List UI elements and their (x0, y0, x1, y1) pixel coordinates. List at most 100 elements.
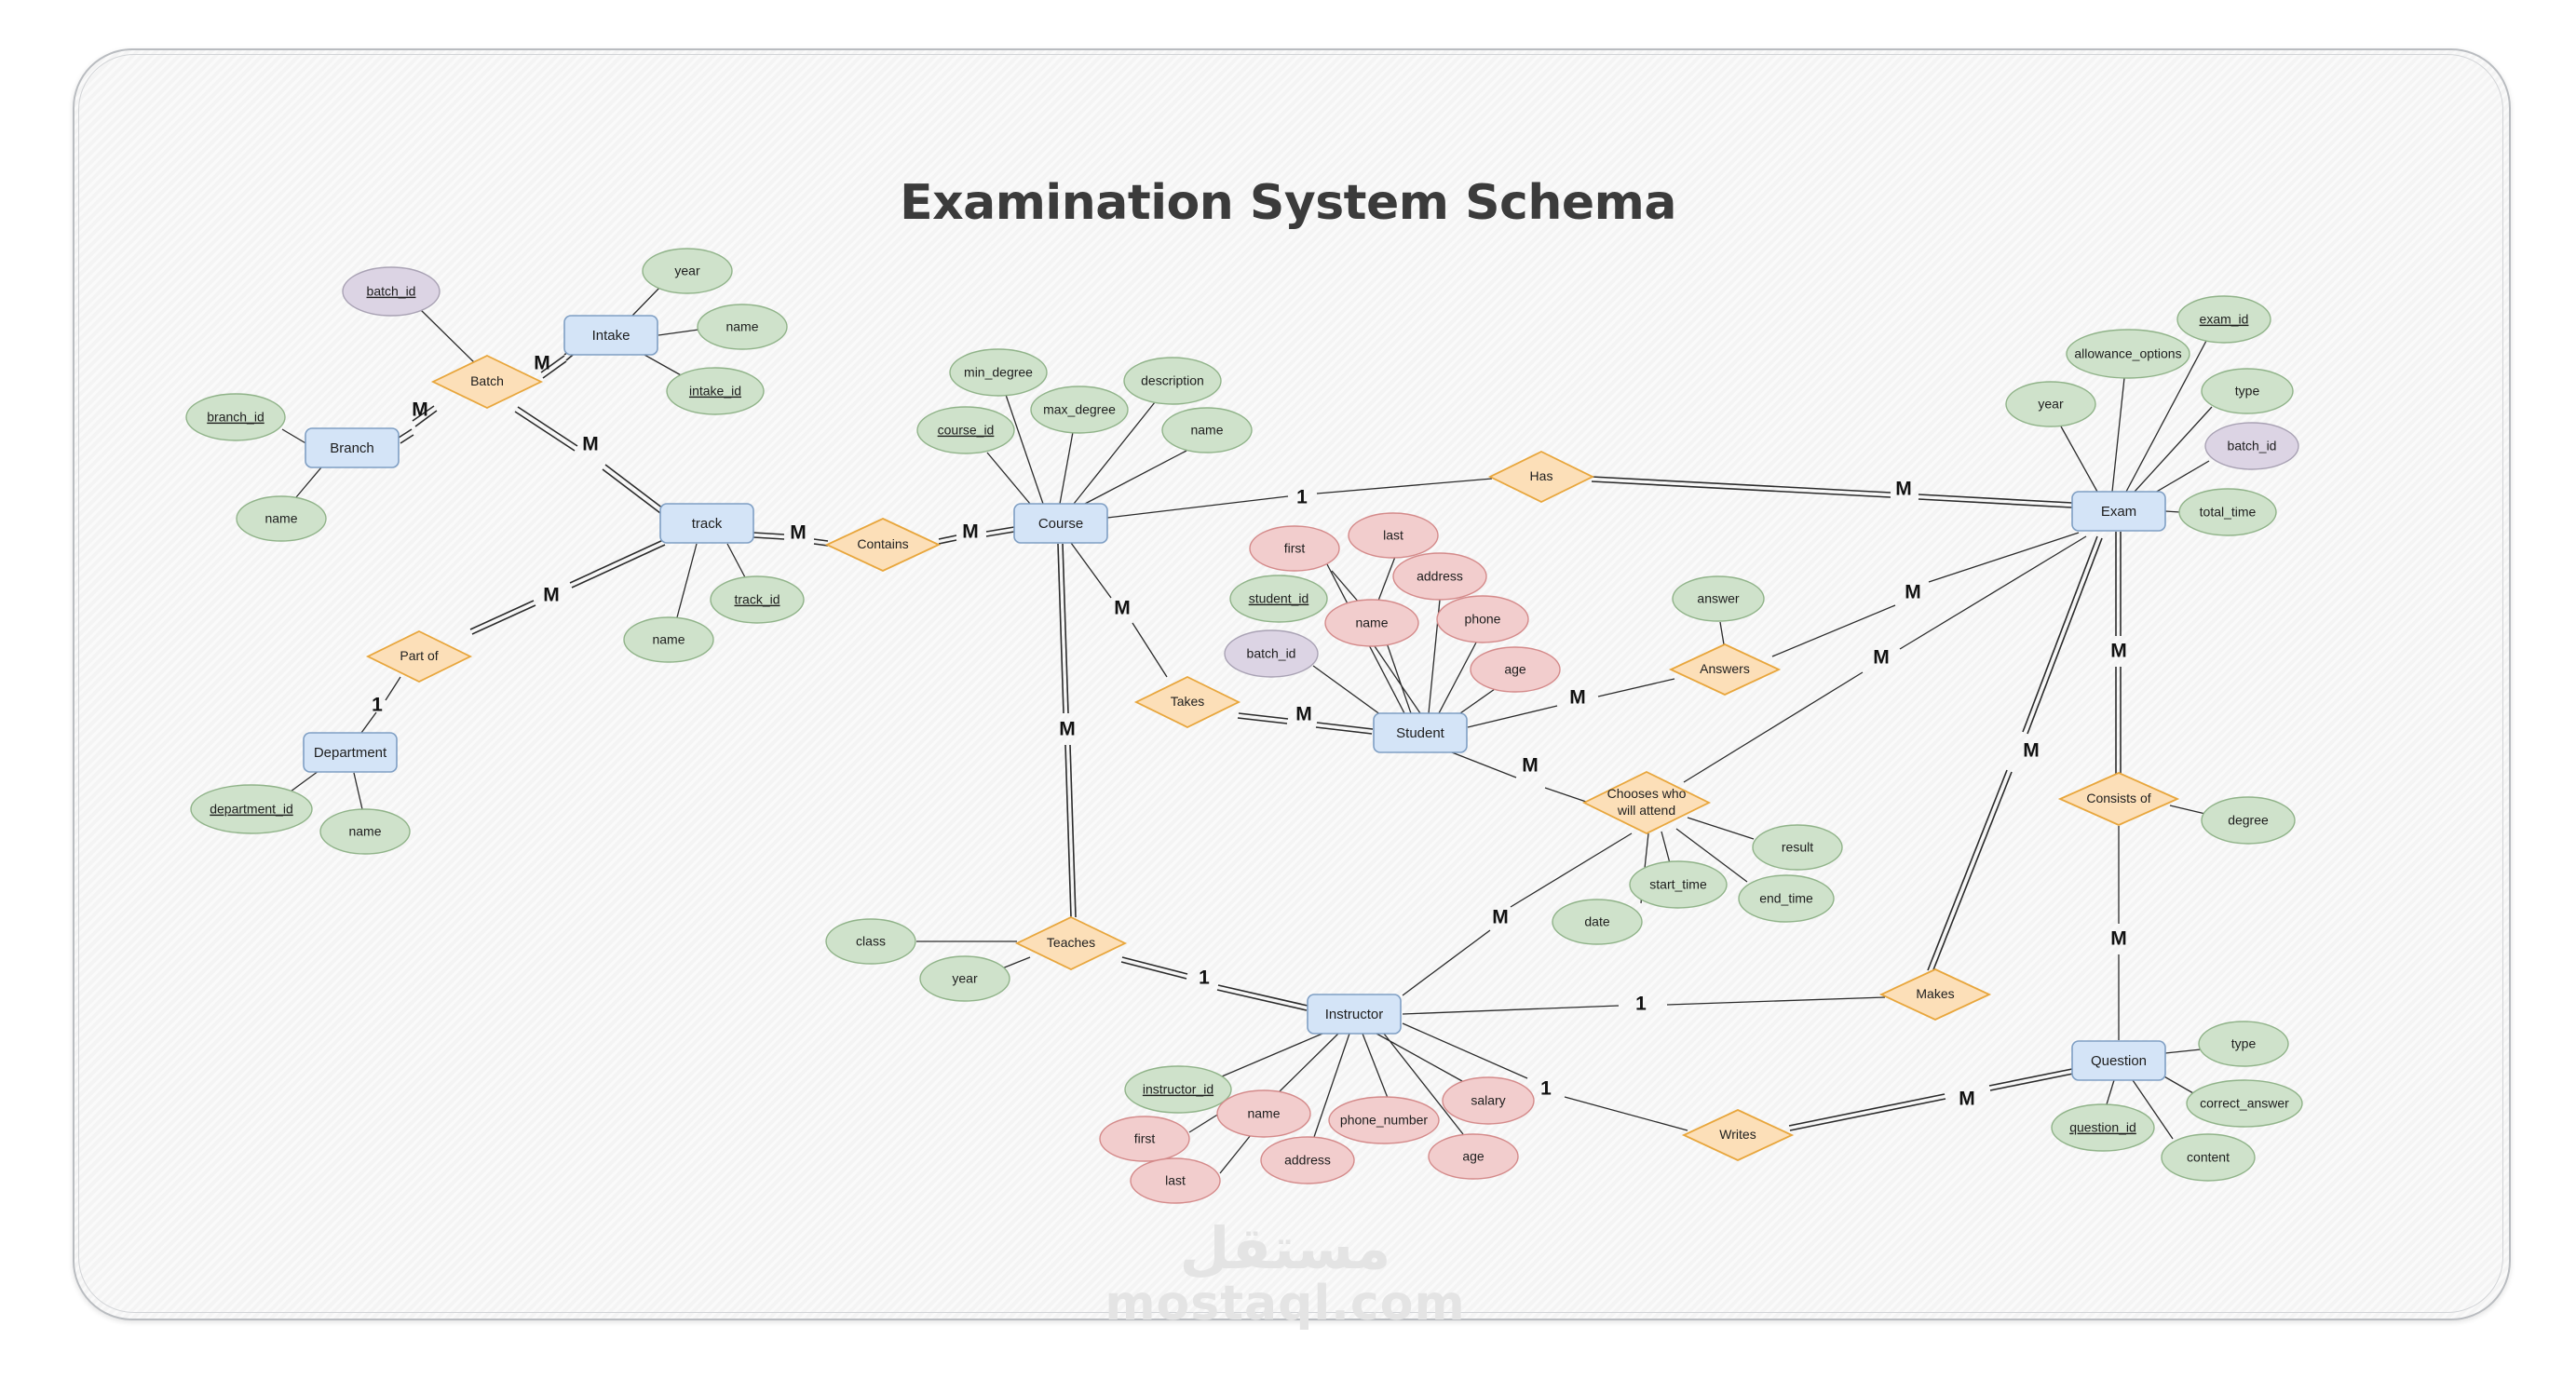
entity-course[interactable]: Course (1013, 503, 1108, 544)
attribute-a_correct_answer[interactable]: correct_answer (2186, 1079, 2303, 1128)
attribute-a_instructor_salary[interactable]: salary (1442, 1076, 1535, 1125)
relationship-label: Batch (470, 373, 504, 388)
attribute-a_department_name[interactable]: name (319, 808, 411, 855)
attribute-a_branch_name[interactable]: name (236, 495, 327, 542)
entity-intake[interactable]: Intake (563, 315, 658, 356)
attribute-a_question_id[interactable]: question_id (2051, 1103, 2155, 1152)
attribute-a_student_name[interactable]: name (1324, 599, 1419, 647)
attribute-a_allowance_options[interactable]: allowance_options (2066, 329, 2190, 379)
attribute-a_teaches_year[interactable]: year (919, 955, 1010, 1002)
entity-label: Question (2091, 1053, 2147, 1069)
cardinality-label-track-contains: M (790, 522, 807, 544)
attribute-a_track_id[interactable]: track_id (710, 575, 805, 624)
attribute-a_student_batch_id[interactable]: batch_id (1224, 629, 1319, 678)
attribute-a_instructor_age[interactable]: age (1428, 1133, 1519, 1180)
cardinality-label-instructor-makes: 1 (1635, 994, 1647, 1015)
attribute-a_degree[interactable]: degree (2201, 796, 2296, 845)
attribute-a_max_degree[interactable]: max_degree (1030, 386, 1129, 434)
entity-track[interactable]: track (659, 503, 754, 544)
entity-label: Exam (2101, 504, 2136, 520)
entity-exam[interactable]: Exam (2071, 491, 2166, 532)
relationship-batch[interactable]: Batch (430, 355, 544, 409)
relationship-label: Part of (400, 648, 438, 663)
attribute-label: batch_id (2228, 439, 2277, 453)
attribute-a_date[interactable]: date (1552, 899, 1643, 945)
attribute-a_student_age[interactable]: age (1470, 646, 1561, 693)
attribute-a_instructor_name[interactable]: name (1216, 1089, 1311, 1138)
attribute-label: department_id (210, 802, 293, 817)
relationship-writes[interactable]: Writes (1681, 1109, 1795, 1161)
attribute-a_intake_year[interactable]: year (642, 248, 733, 294)
relationship-answers[interactable]: Answers (1668, 643, 1782, 696)
attribute-label: instructor_id (1143, 1082, 1213, 1097)
entity-label: Department (314, 745, 387, 761)
attribute-a_min_degree[interactable]: min_degree (949, 348, 1048, 397)
attribute-a_track_name[interactable]: name (623, 616, 714, 663)
er-diagram-page: Examination System Schema batch_id year … (0, 0, 2576, 1380)
attribute-a_answer[interactable]: answer (1672, 575, 1765, 622)
cardinality-label-batch-track: M (582, 434, 599, 455)
attribute-a_exam_batch_id[interactable]: batch_id (2204, 422, 2299, 470)
entity-department[interactable]: Department (303, 732, 398, 773)
relationship-consists_of[interactable]: Consists of (2057, 772, 2180, 826)
cardinality-label-exam-makes: M (2023, 740, 2040, 762)
attribute-a_branch_id[interactable]: branch_id (185, 393, 286, 441)
attribute-a_course_name[interactable]: name (1161, 407, 1253, 453)
relationship-contains[interactable]: Contains (824, 518, 942, 572)
relationship-has[interactable]: Has (1487, 450, 1595, 504)
entity-question[interactable]: Question (2071, 1040, 2166, 1081)
attribute-a_student_first[interactable]: first (1249, 525, 1340, 572)
cardinality-label-chooses-instructor: M (1492, 907, 1509, 928)
attribute-a_intake_name[interactable]: name (697, 304, 788, 350)
attribute-a_instructor_last[interactable]: last (1130, 1157, 1221, 1204)
attribute-a_instructor_first[interactable]: first (1099, 1116, 1190, 1162)
relationship-chooses[interactable]: Chooses who will attend (1581, 770, 1712, 835)
attribute-a_instructor_id[interactable]: instructor_id (1124, 1065, 1232, 1114)
attribute-a_department_id[interactable]: department_id (190, 784, 313, 834)
attribute-a_course_id[interactable]: course_id (916, 406, 1015, 454)
attribute-label: start_time (1649, 877, 1707, 892)
relationship-teaches[interactable]: Teaches (1014, 916, 1128, 970)
entity-instructor[interactable]: Instructor (1307, 994, 1402, 1035)
relationship-makes[interactable]: Makes (1878, 968, 1992, 1021)
attribute-a_end_time[interactable]: end_time (1738, 874, 1835, 923)
attribute-a_exam_type[interactable]: type (2201, 368, 2294, 414)
attribute-label: last (1165, 1173, 1186, 1188)
attribute-a_batch_id[interactable]: batch_id (342, 266, 441, 317)
attribute-a_teaches_class[interactable]: class (825, 918, 916, 965)
attribute-label: name (652, 632, 685, 647)
attribute-a_question_type[interactable]: type (2198, 1021, 2289, 1067)
relationship-takes[interactable]: Takes (1133, 675, 1241, 729)
cardinality-label-takes-student: M (1295, 704, 1312, 725)
relationship-label: Contains (857, 536, 908, 551)
attribute-a_student_last[interactable]: last (1348, 512, 1439, 559)
attribute-label: last (1383, 528, 1403, 543)
attribute-a_instructor_address[interactable]: address (1260, 1136, 1355, 1184)
relationship-part_of[interactable]: Part of (365, 629, 473, 683)
attribute-a_result[interactable]: result (1752, 824, 1843, 871)
cardinality-label-student-chooses: M (1522, 755, 1539, 777)
attribute-label: salary (1471, 1093, 1505, 1108)
attribute-a_exam_id[interactable]: exam_id (2176, 295, 2271, 344)
attribute-label: degree (2228, 813, 2269, 828)
attribute-a_student_address[interactable]: address (1392, 552, 1487, 601)
attribute-a_exam_year[interactable]: year (2005, 381, 2096, 427)
entity-student[interactable]: Student (1373, 712, 1468, 753)
attribute-a_instructor_phone[interactable]: phone_number (1328, 1096, 1440, 1144)
attribute-a_description[interactable]: description (1123, 357, 1222, 405)
attribute-label: year (2038, 397, 2064, 412)
cardinality-label-part-of-department: 1 (372, 695, 383, 716)
attribute-a_content[interactable]: content (2161, 1133, 2256, 1182)
attribute-label: first (1284, 541, 1306, 556)
attribute-label: name (1355, 616, 1388, 630)
attribute-a_student_id[interactable]: student_id (1229, 575, 1328, 623)
attribute-label: age (1462, 1149, 1485, 1164)
entity-branch[interactable]: Branch (305, 427, 400, 468)
attribute-a_student_phone[interactable]: phone (1436, 595, 1529, 643)
relationship-label: Takes (1171, 694, 1205, 709)
attribute-label: min_degree (964, 365, 1033, 380)
attribute-a_start_time[interactable]: start_time (1629, 860, 1728, 909)
attribute-a_intake_id[interactable]: intake_id (666, 367, 765, 415)
attribute-a_total_time[interactable]: total_time (2178, 488, 2277, 536)
cardinality-label-student-answers: M (1569, 687, 1586, 709)
